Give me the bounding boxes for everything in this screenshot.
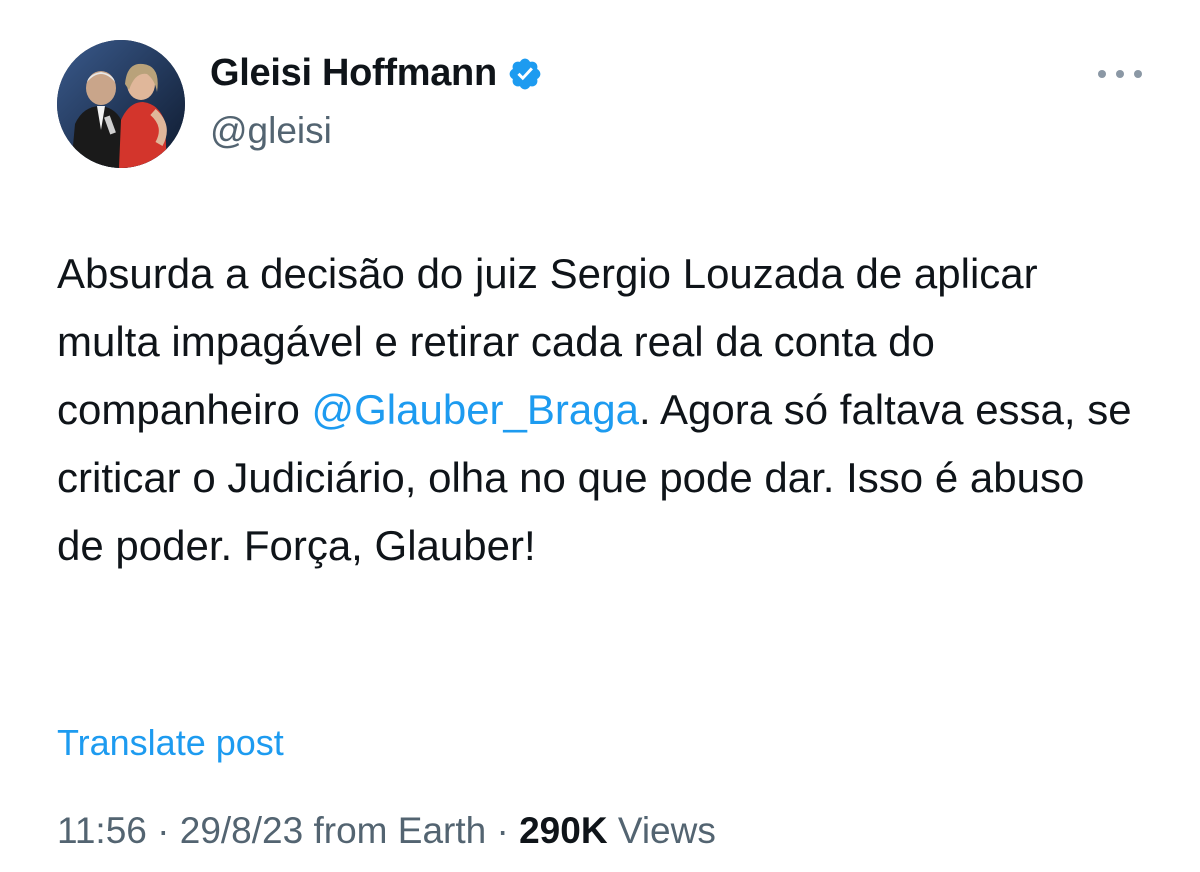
- profile-photo-icon: [57, 40, 185, 168]
- avatar[interactable]: [57, 40, 185, 168]
- post-source: from Earth: [303, 810, 487, 851]
- post-card: Gleisi Hoffmann @gleisi Absurda a decisã…: [0, 0, 1200, 872]
- views-label: Views: [607, 810, 716, 851]
- post-time[interactable]: 11:56: [57, 810, 147, 851]
- more-options-icon[interactable]: [1098, 62, 1142, 86]
- more-dot: [1116, 70, 1124, 78]
- author-handle[interactable]: @gleisi: [210, 110, 332, 152]
- views-count[interactable]: 290K: [519, 810, 607, 851]
- meta-separator: ·: [146, 810, 180, 851]
- more-dot: [1098, 70, 1106, 78]
- post-text: Absurda a decisão do juiz Sergio Louzada…: [57, 240, 1137, 580]
- more-dot: [1134, 70, 1142, 78]
- post-metadata: 11:56 · 29/8/23 from Earth · 290K Views: [57, 810, 716, 852]
- meta-separator: ·: [486, 810, 520, 851]
- translate-post-link[interactable]: Translate post: [57, 722, 284, 764]
- mention-link[interactable]: @Glauber_Braga: [311, 386, 639, 433]
- display-name-text: Gleisi Hoffmann: [210, 52, 497, 94]
- verified-badge-icon: [507, 56, 543, 92]
- display-name[interactable]: Gleisi Hoffmann: [210, 52, 543, 95]
- post-date[interactable]: 29/8/23: [180, 810, 303, 851]
